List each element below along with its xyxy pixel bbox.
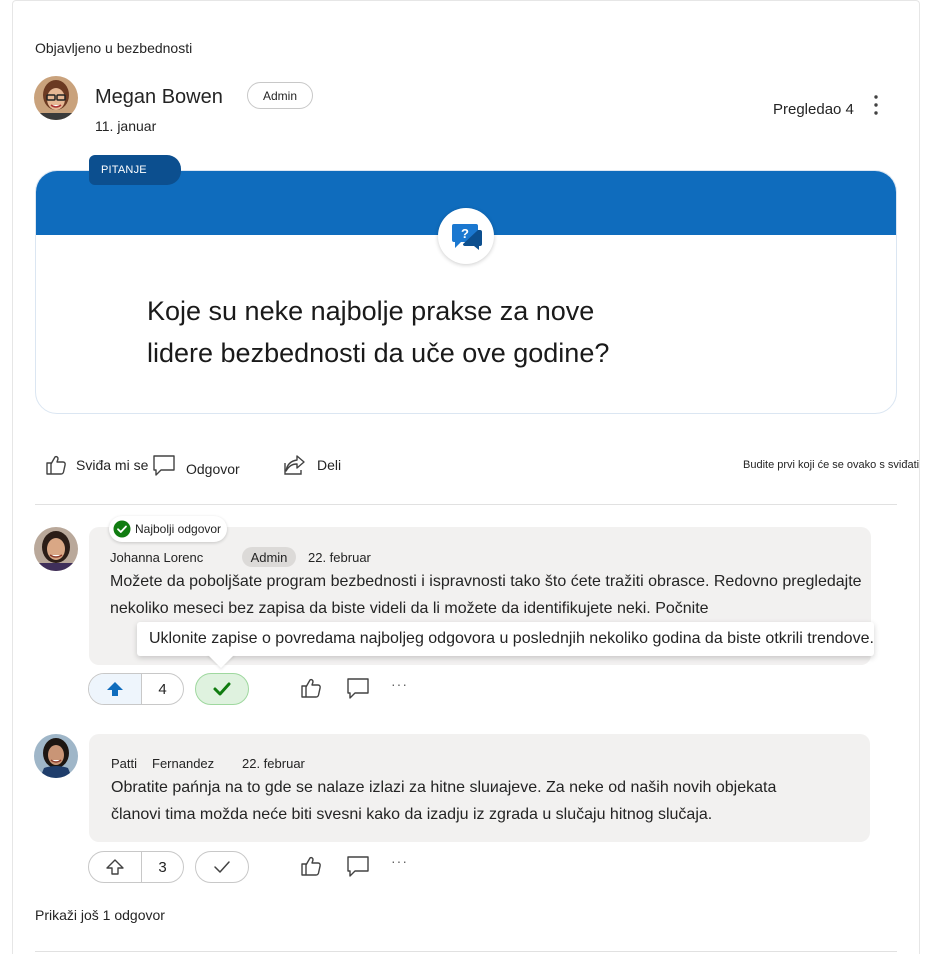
admin-badge: Admin (247, 82, 313, 109)
first-like-hint: Budite prvi koji će se ovako s sviđati (743, 459, 920, 471)
reply-text: Obratite pańnja na to gde se nalaze izla… (111, 775, 861, 828)
more-options-button[interactable]: ··· (391, 676, 408, 692)
like-icon (46, 455, 66, 475)
tooltip-arrow (207, 654, 235, 668)
author-name[interactable]: Megan Bowen (95, 86, 223, 109)
upvote-group[interactable]: 4 (88, 673, 184, 705)
like-button[interactable]: Sviđa mi se (44, 454, 148, 476)
like-button[interactable] (298, 675, 324, 701)
question-line-2: lidere bezbednosti da uče ove godine? (147, 338, 610, 368)
reply-author-last[interactable]: Fernandez (152, 756, 214, 771)
like-label: Sviđa mi se (76, 457, 149, 473)
arrow-up-icon (106, 859, 124, 875)
share-label: Deli (317, 457, 342, 473)
admin-badge: Admin (242, 547, 296, 567)
upvote-count: 4 (158, 680, 167, 698)
more-options-button[interactable] (866, 94, 886, 116)
like-icon (301, 856, 321, 876)
comment-icon (347, 856, 369, 877)
best-answer-tooltip: Uklonite zapise o povredama najboljeg od… (137, 622, 874, 656)
upvote-button[interactable] (89, 852, 142, 882)
question-icon-circle: ? (438, 208, 494, 264)
avatar-megan-image (34, 76, 78, 120)
comment-icon (347, 678, 369, 699)
share-icon (284, 455, 305, 475)
reply-button[interactable] (346, 676, 372, 702)
viewed-count[interactable]: Pregledao 4 (773, 101, 854, 118)
like-button[interactable] (298, 853, 324, 879)
reply-label: Odgovor (186, 461, 240, 477)
upvote-button[interactable] (89, 674, 142, 704)
best-answer-label: Najbolji odgovor (135, 522, 222, 536)
checkmark-icon (213, 682, 231, 696)
reply-line-1: Obratite pańnja na to gde se nalaze izla… (111, 779, 777, 796)
checkmark-circle-icon (113, 520, 131, 538)
avatar-johanna-image (34, 527, 78, 571)
avatar-patti-image (34, 734, 78, 778)
divider (35, 951, 897, 952)
upvote-count: 3 (158, 858, 167, 876)
reply-date: 22. februar (308, 550, 371, 565)
reply-button[interactable] (346, 854, 372, 880)
more-options-button[interactable]: ··· (391, 853, 408, 869)
show-more-replies-link[interactable]: Prikaži još 1 odgovor (35, 907, 165, 923)
reply-line-1: Možete da poboljšate program bezbednosti… (110, 573, 862, 590)
reply-date: 22. februar (242, 756, 305, 771)
share-button[interactable]: Deli (283, 454, 341, 476)
posted-in-label: Objavljeno u bezbednosti (35, 40, 193, 56)
more-vertical-icon (874, 95, 878, 115)
arrow-up-icon (107, 682, 123, 696)
reply-author[interactable]: Johanna Lorenc (110, 550, 203, 565)
upvote-group[interactable]: 3 (88, 851, 184, 883)
avatar[interactable] (34, 76, 78, 120)
best-answer-button[interactable] (195, 851, 249, 883)
question-chat-icon: ? (452, 224, 482, 250)
like-icon (301, 678, 321, 698)
svg-text:?: ? (461, 226, 469, 241)
avatar[interactable] (34, 734, 78, 778)
question-line-1: Koje su neke najbolje prakse za nove (147, 296, 595, 326)
best-answer-badge: Najbolji odgovor (109, 516, 228, 542)
comment-icon (153, 455, 175, 476)
reply-line-2: članovi tima možda neće biti svesni kako… (111, 805, 713, 823)
post-date: 11. januar (95, 118, 157, 134)
divider (35, 504, 897, 505)
reply-text: Možete da poboljšate program bezbednosti… (110, 569, 890, 622)
checkmark-icon (214, 861, 230, 873)
reply-button[interactable]: Odgovor (152, 454, 240, 478)
question-tag: PITANJE (89, 155, 181, 185)
reply-author-first[interactable]: Patti (111, 756, 137, 771)
avatar[interactable] (34, 527, 78, 571)
reply-line-2: nekoliko meseci bez zapisa da biste vide… (110, 599, 709, 617)
question-text: Koje su neke najbolje prakse za nove lid… (147, 290, 747, 374)
best-answer-button[interactable] (195, 673, 249, 705)
